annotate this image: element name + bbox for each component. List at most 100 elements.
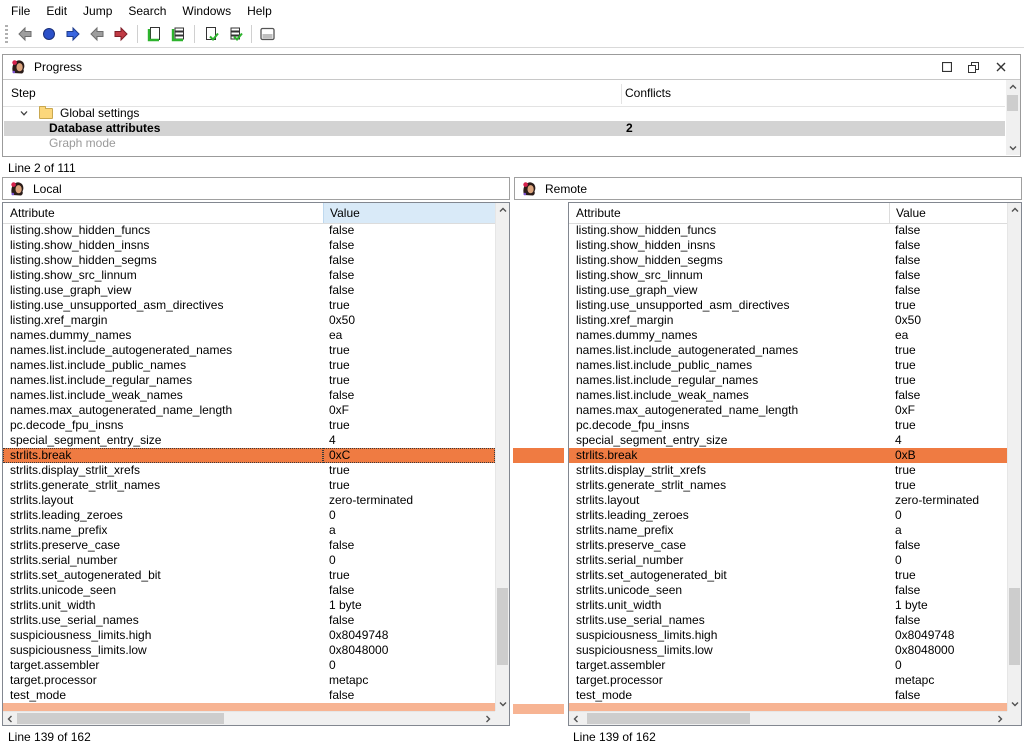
blue-dot-button[interactable]: [37, 23, 61, 45]
column-header-attribute[interactable]: Attribute: [10, 206, 55, 220]
scrollbar-thumb[interactable]: [1009, 588, 1020, 665]
table-row[interactable]: names.max_autogenerated_name_length 0xF: [3, 403, 495, 418]
table-row[interactable]: suspiciousness_limits.low 0x8048000: [569, 643, 1007, 658]
column-header-step[interactable]: Step: [11, 86, 36, 100]
scroll-down-icon[interactable]: [1008, 697, 1022, 711]
scroll-left-icon[interactable]: [3, 712, 17, 726]
close-button[interactable]: [987, 57, 1014, 77]
table-row[interactable]: strlits.unicode_seen false: [569, 583, 1007, 598]
scroll-down-icon[interactable]: [496, 697, 510, 711]
menu-item[interactable]: Windows: [174, 2, 239, 20]
table-row[interactable]: names.dummy_names ea: [569, 328, 1007, 343]
local-panel-titlebar[interactable]: Local: [2, 177, 510, 200]
table-row[interactable]: listing.use_unsupported_asm_directives t…: [569, 298, 1007, 313]
table-row[interactable]: [3, 703, 495, 711]
tree-row[interactable]: Global settings: [4, 106, 1005, 121]
table-row[interactable]: suspiciousness_limits.low 0x8048000: [3, 643, 495, 658]
chevron-down-icon[interactable]: [19, 108, 29, 118]
table-row[interactable]: strlits.set_autogenerated_bit true: [569, 568, 1007, 583]
table-row[interactable]: test_mode false: [569, 688, 1007, 703]
tree-row[interactable]: Graph mode: [4, 136, 1005, 151]
scroll-up-icon[interactable]: [496, 203, 510, 217]
previous-conflict-button[interactable]: [85, 23, 109, 45]
table-row[interactable]: suspiciousness_limits.high 0x8049748: [3, 628, 495, 643]
scrollbar-thumb[interactable]: [497, 588, 508, 665]
table-row[interactable]: test_mode false: [3, 688, 495, 703]
table-row[interactable]: strlits.leading_zeroes 0: [569, 508, 1007, 523]
table-row[interactable]: strlits.display_strlit_xrefs true: [569, 463, 1007, 478]
table-row[interactable]: listing.show_hidden_segms false: [569, 253, 1007, 268]
tree-row[interactable]: Database attributes 2: [4, 121, 1005, 136]
maximize-button[interactable]: [933, 57, 960, 77]
table-row[interactable]: listing.use_unsupported_asm_directives t…: [3, 298, 495, 313]
table-row[interactable]: target.assembler 0: [569, 658, 1007, 673]
table-row[interactable]: listing.show_hidden_funcs false: [569, 223, 1007, 238]
table-row[interactable]: strlits.unit_width 1 byte: [3, 598, 495, 613]
menu-item[interactable]: Help: [239, 2, 280, 20]
table-row[interactable]: strlits.leading_zeroes 0: [3, 508, 495, 523]
table-row[interactable]: listing.show_hidden_insns false: [569, 238, 1007, 253]
table-row[interactable]: strlits.unit_width 1 byte: [569, 598, 1007, 613]
remote-horizontal-scrollbar[interactable]: [569, 711, 1007, 725]
table-row[interactable]: listing.show_hidden_funcs false: [3, 223, 495, 238]
table-row[interactable]: names.list.include_weak_names false: [569, 388, 1007, 403]
table-row[interactable]: target.assembler 0: [3, 658, 495, 673]
scroll-up-icon[interactable]: [1008, 203, 1022, 217]
table-row[interactable]: strlits.name_prefix a: [569, 523, 1007, 538]
table-row[interactable]: strlits.use_serial_names false: [569, 613, 1007, 628]
menu-item[interactable]: File: [3, 2, 38, 20]
table-row[interactable]: strlits.layout zero-terminated: [569, 493, 1007, 508]
menu-item[interactable]: Edit: [38, 2, 75, 20]
column-header-value[interactable]: Value: [889, 203, 1007, 223]
table-row[interactable]: strlits.preserve_case false: [3, 538, 495, 553]
table-row[interactable]: listing.show_src_linnum false: [569, 268, 1007, 283]
table-row[interactable]: strlits.name_prefix a: [3, 523, 495, 538]
document-green-button[interactable]: [142, 23, 166, 45]
table-row[interactable]: [569, 703, 1007, 711]
progress-scrollbar[interactable]: [1006, 80, 1020, 155]
column-header-value[interactable]: Value: [323, 203, 495, 223]
back-arrow-button[interactable]: [13, 23, 37, 45]
restore-button[interactable]: [960, 57, 987, 77]
table-row[interactable]: strlits.serial_number 0: [3, 553, 495, 568]
local-vertical-scrollbar[interactable]: [495, 203, 509, 711]
table-row[interactable]: strlits.layout zero-terminated: [3, 493, 495, 508]
table-row[interactable]: special_segment_entry_size 4: [3, 433, 495, 448]
table-row[interactable]: names.list.include_public_names true: [569, 358, 1007, 373]
table-row[interactable]: listing.show_src_linnum false: [3, 268, 495, 283]
table-row[interactable]: special_segment_entry_size 4: [569, 433, 1007, 448]
scroll-right-icon[interactable]: [993, 712, 1007, 726]
table-row[interactable]: strlits.break 0xC: [3, 448, 495, 463]
table-row[interactable]: strlits.display_strlit_xrefs true: [3, 463, 495, 478]
column-header-attribute[interactable]: Attribute: [576, 206, 621, 220]
table-row[interactable]: listing.use_graph_view false: [569, 283, 1007, 298]
scrollbar-thumb[interactable]: [17, 713, 224, 724]
table-row[interactable]: names.list.include_weak_names false: [3, 388, 495, 403]
local-horizontal-scrollbar[interactable]: [3, 711, 495, 725]
table-row[interactable]: strlits.generate_strlit_names true: [569, 478, 1007, 493]
table-row[interactable]: names.list.include_autogenerated_names t…: [3, 343, 495, 358]
table-row[interactable]: names.list.include_public_names true: [3, 358, 495, 373]
column-header-conflicts[interactable]: Conflicts: [625, 86, 671, 100]
diff-map[interactable]: [511, 202, 567, 750]
segments-check-button[interactable]: [223, 23, 247, 45]
forward-arrow-button[interactable]: [61, 23, 85, 45]
scroll-up-icon[interactable]: [1006, 80, 1020, 94]
table-row[interactable]: names.list.include_autogenerated_names t…: [569, 343, 1007, 358]
scroll-right-icon[interactable]: [481, 712, 495, 726]
table-row[interactable]: suspiciousness_limits.high 0x8049748: [569, 628, 1007, 643]
table-row[interactable]: strlits.set_autogenerated_bit true: [3, 568, 495, 583]
table-row[interactable]: pc.decode_fpu_insns true: [3, 418, 495, 433]
toolbar-grip-icon[interactable]: [5, 25, 8, 43]
menu-item[interactable]: Jump: [75, 2, 120, 20]
table-row[interactable]: names.dummy_names ea: [3, 328, 495, 343]
segments-green-button[interactable]: [166, 23, 190, 45]
table-row[interactable]: listing.use_graph_view false: [3, 283, 495, 298]
window-button[interactable]: [256, 23, 280, 45]
document-check-button[interactable]: [199, 23, 223, 45]
progress-titlebar[interactable]: Progress: [3, 55, 1020, 80]
remote-vertical-scrollbar[interactable]: [1007, 203, 1021, 711]
table-row[interactable]: listing.xref_margin 0x50: [3, 313, 495, 328]
menu-item[interactable]: Search: [120, 2, 174, 20]
table-row[interactable]: target.processor metapc: [569, 673, 1007, 688]
